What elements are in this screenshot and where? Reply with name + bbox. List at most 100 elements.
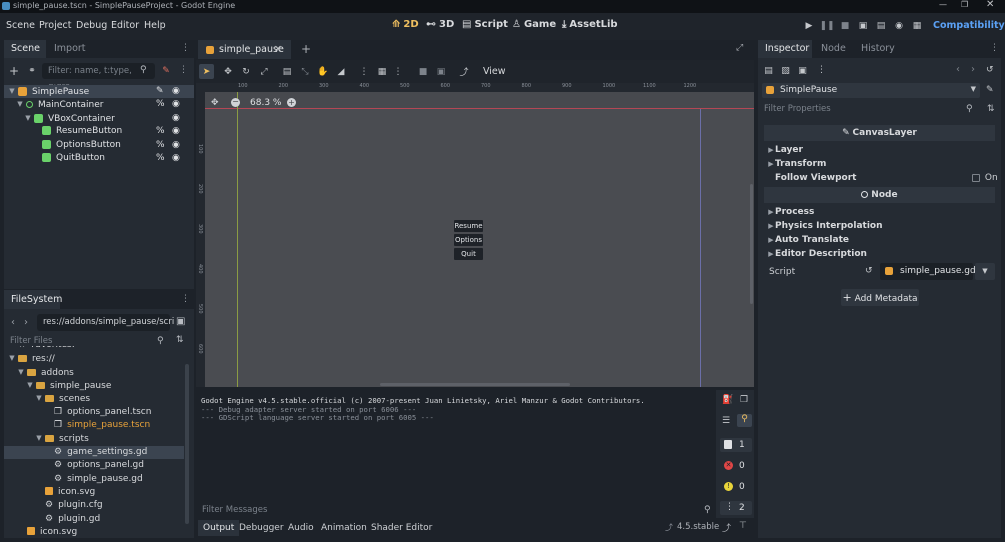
viewport-v-scrollbar[interactable] (750, 184, 753, 304)
warning-count-toggle[interactable]: ! 0 (720, 480, 752, 494)
tab-simple-pause[interactable]: simple_pause ✕ (198, 40, 291, 59)
remote-debug-icon[interactable]: ▦ (911, 19, 923, 33)
class-header-canvaslayer[interactable]: ✎ CanvasLayer (764, 125, 995, 141)
tab-history[interactable]: History (861, 40, 895, 58)
dock-menu-icon[interactable]: ⋮ (181, 43, 190, 53)
unique-name-icon[interactable]: % (156, 139, 165, 152)
pan-tool-icon[interactable]: ✋ (317, 64, 329, 79)
history-back-icon[interactable]: ‹ (956, 64, 960, 75)
resource-options-icon[interactable]: ⋮ (817, 65, 826, 75)
bone-icon[interactable]: ⤴ (458, 64, 470, 79)
file-item[interactable]: ▼ addons (4, 366, 184, 379)
file-item[interactable]: ▼ res:// (4, 352, 184, 365)
filter-properties-input[interactable]: Filter Properties (758, 101, 980, 117)
file-item[interactable]: icon.svg (4, 526, 184, 538)
scene-node-row[interactable]: ▼ SimplePause ✎ ◉ (4, 85, 194, 98)
zoom-out-icon[interactable]: − (231, 98, 240, 107)
snap-options-icon[interactable]: ⋮ (394, 64, 403, 79)
scene-options-icon[interactable]: ⋮ (179, 65, 188, 75)
tab-debugger[interactable]: Debugger (239, 520, 284, 536)
section-layer[interactable]: ▶Layer (767, 145, 803, 155)
renderer-selector[interactable]: Compatibility▼ (933, 20, 1005, 31)
tree-arrow-icon[interactable]: ▼ (8, 85, 16, 98)
folder-arrow-icon[interactable]: ▼ (8, 352, 16, 365)
object-selector[interactable]: SimplePause ▼ (762, 83, 980, 98)
sort-icon[interactable]: ⇅ (176, 335, 184, 345)
history-forward-icon[interactable]: › (971, 64, 975, 75)
menu-help[interactable]: Help (144, 20, 166, 31)
stop-icon[interactable]: ■ (839, 19, 851, 33)
pin-icon[interactable]: ⤴ (722, 521, 731, 534)
tab-filesystem[interactable]: FileSystem (4, 290, 62, 309)
move-tool-icon[interactable]: ✥ (222, 64, 234, 79)
file-item[interactable]: ❐ options_panel.tscn (4, 406, 184, 419)
collapse-icon[interactable]: ☰ (722, 416, 730, 426)
canvas-viewport[interactable]: ✥ − 68.3 % + Resume Options Quit (205, 92, 754, 387)
scene-node-row[interactable]: OptionsButton% ◉ (4, 139, 194, 152)
attach-script-icon[interactable]: ✎ (160, 64, 172, 78)
view-menu[interactable]: View (483, 66, 506, 77)
add-metadata-button[interactable]: + Add Metadata (841, 289, 919, 306)
workspace-game[interactable]: ♙ Game (512, 19, 556, 30)
scene-node-row[interactable]: QuitButton% ◉ (4, 152, 194, 165)
file-item[interactable]: icon.svg (4, 486, 184, 499)
path-field[interactable]: res://addons/simple_pause/scri (37, 314, 174, 331)
tree-arrow-icon[interactable]: ▼ (16, 98, 24, 111)
file-item[interactable]: ⚙ options_panel.gd (4, 459, 184, 472)
ruler-tool-icon[interactable]: ◢ (335, 64, 347, 79)
object-history-icon[interactable]: ↺ (986, 65, 994, 75)
section-physics-interpolation[interactable]: ▶Physics Interpolation (767, 221, 882, 231)
section-editor-description[interactable]: ▶Editor Description (767, 249, 867, 259)
play-icon[interactable]: ▶ (803, 19, 815, 33)
tab-animation[interactable]: Animation (321, 520, 367, 536)
menu-scene[interactable]: Scene (6, 20, 35, 31)
editor-count-toggle[interactable]: ⋮ 2 (720, 501, 752, 515)
file-item[interactable]: ★ Favorites: (4, 346, 184, 352)
workspace-3d[interactable]: ⊷ 3D (426, 19, 454, 30)
pan-view-icon[interactable]: ✥ (211, 98, 219, 108)
close-tab-icon[interactable]: ✕ (274, 40, 282, 59)
script-dropdown-button[interactable]: ▼ (975, 263, 995, 280)
file-item[interactable]: ▼ scripts (4, 432, 184, 445)
visibility-eye-icon[interactable]: ◉ (172, 85, 180, 98)
script-resource-field[interactable]: simple_pause.gd (880, 263, 976, 280)
workspace-2d[interactable]: ⟰ 2D (392, 19, 419, 30)
file-item[interactable]: ▼ simple_pause (4, 379, 184, 392)
new-scene-tab-icon[interactable]: + (301, 42, 311, 56)
filesystem-menu-icon[interactable]: ⋮ (181, 294, 190, 304)
group-icon[interactable]: ▣ (435, 64, 447, 79)
error-count-toggle[interactable]: ✕ 0 (720, 459, 752, 473)
list-tool-icon[interactable]: ▤ (281, 64, 293, 79)
scene-node-row[interactable]: ResumeButton% ◉ (4, 125, 194, 138)
visibility-eye-icon[interactable]: ◉ (172, 98, 180, 111)
filter-messages-input[interactable]: Filter Messages (196, 502, 714, 518)
visibility-eye-icon[interactable]: ◉ (172, 125, 180, 138)
tab-scene[interactable]: Scene (4, 40, 46, 58)
forward-icon[interactable]: › (24, 317, 28, 328)
distraction-free-icon[interactable]: ⤢ (736, 43, 743, 53)
revert-script-icon[interactable]: ↺ (865, 266, 873, 276)
minimize-icon[interactable]: — (939, 0, 947, 9)
save-resource-icon[interactable]: ▣ (797, 65, 808, 77)
unique-name-icon[interactable]: % (156, 98, 165, 111)
zoom-in-icon[interactable]: + (287, 98, 296, 107)
tab-import[interactable]: Import (54, 40, 86, 58)
scene-node-row[interactable]: ▼ VBoxContainer ◉ (4, 112, 194, 125)
search-log-icon[interactable]: ⚲ (737, 414, 752, 427)
clear-log-icon[interactable]: ⛽ (722, 395, 733, 405)
section-auto-translate[interactable]: ▶Auto Translate (767, 235, 849, 245)
file-item[interactable]: ⚙ plugin.cfg (4, 499, 184, 512)
copy-log-icon[interactable]: ❐ (740, 395, 748, 405)
filesystem-scrollbar[interactable] (185, 364, 189, 524)
scene-filter-input[interactable]: Filter: name, t:type, g:gro (42, 63, 155, 92)
section-process[interactable]: ▶Process (767, 207, 814, 217)
zoom-level[interactable]: 68.3 % (250, 98, 281, 108)
scene-node-row[interactable]: ▼ MainContainer% ◉ (4, 98, 194, 111)
folder-arrow-icon[interactable]: ▼ (35, 432, 43, 445)
folder-arrow-icon[interactable]: ▼ (26, 379, 34, 392)
new-resource-icon[interactable]: ▤ (763, 65, 774, 77)
workspace-script[interactable]: ▤ Script (462, 19, 508, 30)
message-count-toggle[interactable]: 1 (720, 438, 752, 452)
section-transform[interactable]: ▶Transform (767, 159, 826, 169)
tab-output[interactable]: Output (198, 520, 240, 536)
